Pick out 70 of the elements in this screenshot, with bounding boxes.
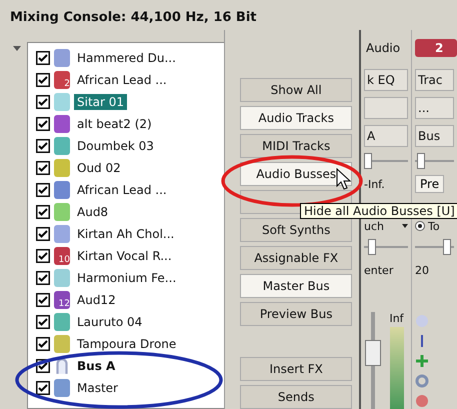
bus-icon: [54, 357, 70, 375]
dropdown-arrow-icon[interactable]: [402, 224, 408, 228]
checkbox[interactable]: [36, 51, 50, 65]
track-name[interactable]: Harmonium Fe...: [74, 270, 180, 286]
checkbox[interactable]: [36, 95, 50, 109]
checkbox[interactable]: [36, 73, 50, 87]
strip-field[interactable]: Bus: [415, 125, 454, 147]
track-name[interactable]: Doumbek 03: [74, 138, 157, 154]
track-name[interactable]: African Lead ...: [74, 72, 170, 88]
tooltip: Hide all Audio Busses [U]: [300, 203, 457, 219]
slider-thumb[interactable]: [364, 153, 372, 169]
track-name[interactable]: Tampoura Drone: [74, 336, 180, 352]
track-name[interactable]: Lauruto 04: [74, 314, 146, 330]
track-name[interactable]: Master: [74, 380, 121, 396]
strip-header: Audio: [365, 40, 402, 57]
filter-button[interactable]: Soft Synths: [240, 218, 352, 242]
strip-field[interactable]: A: [364, 125, 408, 147]
slider-thumb[interactable]: [416, 153, 425, 169]
track-name[interactable]: African Lead ...: [74, 182, 170, 198]
track-icon: 10: [54, 247, 70, 265]
checkbox[interactable]: [36, 337, 50, 351]
track-name[interactable]: alt beat2 (2): [74, 116, 155, 132]
checkbox[interactable]: [36, 183, 50, 197]
track-name[interactable]: Sitar 01: [74, 94, 128, 110]
collapse-arrow-icon[interactable]: [13, 46, 21, 51]
track-name[interactable]: Kirtan Vocal R...: [74, 248, 175, 264]
view-button[interactable]: Sends: [240, 385, 352, 409]
checkbox[interactable]: [36, 227, 50, 241]
cursor-icon: [336, 168, 352, 190]
fader-thumb[interactable]: [365, 340, 381, 366]
strip-field[interactable]: Trac: [415, 69, 454, 91]
track-name[interactable]: Aud8: [74, 204, 112, 220]
checkbox[interactable]: [36, 315, 50, 329]
checkbox[interactable]: [36, 205, 50, 219]
checkbox[interactable]: [36, 271, 50, 285]
slider-thumb[interactable]: [442, 239, 451, 255]
view-button[interactable]: Insert FX: [240, 357, 352, 381]
track-name[interactable]: Aud12: [74, 292, 119, 308]
filter-button[interactable]: Master Bus: [240, 274, 352, 298]
filter-button[interactable]: Show All: [240, 78, 352, 102]
strip-field[interactable]: [364, 97, 408, 119]
filter-button[interactable]: Assignable FX: [240, 246, 352, 270]
filter-button[interactable]: Audio Tracks: [240, 106, 352, 130]
automation-mode[interactable]: uch: [364, 220, 384, 232]
track-icon: 12: [54, 291, 70, 309]
checkbox[interactable]: [36, 381, 50, 395]
track-number: 2: [415, 39, 457, 57]
strip-toggle[interactable]: Pre: [415, 175, 444, 193]
strip-label: enter: [364, 264, 394, 276]
track-name[interactable]: Bus A: [74, 358, 118, 374]
checkbox[interactable]: [36, 293, 50, 307]
track-name[interactable]: Kirtan Ah Chol...: [74, 226, 178, 242]
peak-label: Inf: [389, 312, 404, 325]
strip-field[interactable]: k EQ: [364, 69, 408, 91]
slider-thumb[interactable]: [368, 239, 376, 255]
strip-label: -Inf.: [364, 178, 385, 190]
strip-label: 20: [415, 264, 429, 276]
filter-button[interactable]: MIDI Tracks: [240, 134, 352, 158]
window-title: Mixing Console: 44,100 Hz, 16 Bit: [9, 9, 258, 27]
checkbox[interactable]: [36, 161, 50, 175]
checkbox[interactable]: [36, 139, 50, 153]
checkbox[interactable]: [36, 117, 50, 131]
track-icon: 2: [54, 71, 70, 89]
checkbox[interactable]: [36, 249, 50, 263]
strip-field[interactable]: ...: [415, 97, 454, 119]
filter-button[interactable]: Preview Bus: [240, 302, 352, 326]
track-name[interactable]: Oud 02: [74, 160, 124, 176]
radio-label: To: [428, 220, 440, 232]
radio-button[interactable]: [415, 221, 425, 231]
track-name[interactable]: Hammered Du...: [74, 50, 179, 66]
